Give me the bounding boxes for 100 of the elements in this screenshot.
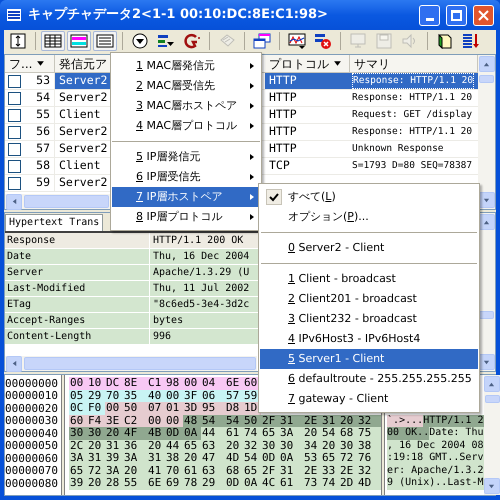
minimize-icon [426, 18, 434, 20]
field-value: HTTP/1.1 200 OK [153, 234, 244, 248]
hex-offset: 00000000 [5, 378, 58, 389]
field-name: Accept-Ranges [7, 314, 86, 328]
menu-item[interactable]: 7 IP層ホストペア [112, 187, 260, 207]
arrow-icon [483, 196, 490, 204]
menu-item[interactable]: 5 Server1 - Client [260, 349, 478, 369]
protocol-cell-text: HTTP [269, 72, 297, 90]
minimize-button[interactable] [419, 4, 440, 26]
summary-cell-text: Request: GET /display [352, 108, 472, 122]
menu-item[interactable]: 3 Client232 - broadcast [260, 309, 478, 329]
source-cell-text: Client [59, 157, 101, 174]
scroll-thumb[interactable] [479, 75, 494, 83]
summary-cell-text: Response: HTTP/1.1 20 [352, 124, 472, 139]
hex-offset: 00000010 [5, 390, 58, 402]
menu-item[interactable]: 6 defaultroute - 255.255.255.255 [260, 369, 478, 389]
field-value: Apache/1.3.29 (U [153, 266, 250, 280]
horizontal-scrollbar[interactable] [5, 356, 257, 371]
packet-number: 56 [36, 123, 50, 140]
hex-bytes: 60 F4 3E C2 00 00 [69, 414, 183, 427]
row-checkbox[interactable] [8, 176, 21, 190]
hex-bytes: 39 20 28 55 6E 69 78 29 0D 0A 4C 61 73 74 2D 4D [69, 477, 381, 490]
summary-cell: Response: HTTP/1.1 20 [352, 72, 474, 90]
sort-arrow-icon [36, 59, 46, 68]
summary-cell-text: S=1793 D=80 SEQ=78387 [352, 158, 472, 173]
source-cell-text: Client [59, 106, 101, 124]
list-icon [96, 33, 114, 49]
field-name: ETag [7, 298, 32, 312]
app-icon [6, 7, 22, 23]
hex-bytes: 65 72 3A 20 41 70 61 63 68 65 2F 31 2E 33 2E 32 [69, 464, 381, 477]
row-checkbox[interactable] [8, 108, 21, 122]
protocol-cell-text: HTTP [269, 106, 297, 124]
menu-item[interactable]: 2 Client201 - broadcast [260, 289, 478, 309]
scroll-left-button[interactable] [6, 356, 22, 372]
field-value: Thu, 11 Jul 2002 [153, 282, 250, 296]
arrow-icon [483, 60, 490, 68]
close-icon [478, 10, 489, 20]
scroll-left-button[interactable] [6, 194, 22, 210]
row-checkbox[interactable] [8, 160, 21, 172]
toolbar-button[interactable] [93, 31, 117, 51]
swirl-icon [183, 33, 201, 49]
hex-offset: 00000080 [5, 478, 58, 489]
menu-item[interactable]: 7 gateway - Client [260, 389, 478, 409]
field-value: Thu, 16 Dec 2004 [153, 250, 250, 264]
menu-item[interactable]: オプション(P)... [260, 207, 478, 227]
row-checkbox[interactable] [8, 126, 21, 138]
detail-tab[interactable]: Hypertext Trans [5, 214, 104, 231]
maximize-icon [451, 10, 462, 20]
row-checkbox[interactable] [8, 74, 21, 88]
dropdown-icon [131, 33, 149, 49]
scroll-up-button[interactable] [478, 56, 494, 72]
scroll-thumb[interactable] [484, 395, 500, 403]
toolbar-button[interactable] [67, 31, 91, 51]
column-header[interactable]: プロトコル [265, 55, 350, 72]
filter-icon [157, 33, 175, 49]
ascii-text: `.>...HTTP/1.1 2 [387, 414, 484, 427]
close-button[interactable] [473, 4, 494, 26]
packet-number: 58 [36, 157, 50, 174]
source-cell-text: Server2 [59, 123, 108, 140]
scroll-down-button[interactable] [484, 478, 500, 494]
scroll-up-button[interactable] [484, 376, 500, 392]
menu-item[interactable]: すべて(L) [260, 187, 478, 207]
hex-bytes: 0C F0 [69, 402, 105, 414]
menu-item[interactable]: 8 IP層プロトコル [112, 207, 260, 227]
menu-item[interactable]: 0 Server2 - Client [260, 238, 478, 258]
field-name: Last-Modified [7, 282, 86, 296]
submenu-arrow-icon [248, 122, 256, 130]
protocol-cell-text: HTTP [269, 89, 297, 106]
scroll-thumb[interactable] [479, 311, 494, 319]
field-name: Server [7, 266, 44, 280]
chart-icon [288, 33, 306, 49]
windows-icon [253, 33, 271, 49]
submenu-arrow-icon [248, 213, 256, 221]
packet-number: 53 [36, 72, 50, 90]
sort-icon [462, 33, 480, 49]
ascii-text: 9 (Unix)..Last-M [387, 477, 484, 490]
row-checkbox[interactable] [8, 142, 21, 156]
menu-item[interactable]: 1 Client - broadcast [260, 269, 478, 289]
submenu-arrow-icon [248, 102, 256, 110]
menu-item[interactable]: 2 MAC層受信先 [112, 76, 260, 96]
ascii-text: 00 OK..Date: Thu [387, 427, 484, 440]
hex-offset: 00000050 [5, 440, 58, 452]
menu-item[interactable]: 4 IPv6Host3 - IPv6Host4 [260, 329, 478, 349]
field-name: Content-Length [7, 330, 92, 344]
menu-item[interactable]: 1 MAC層発信元 [112, 56, 260, 76]
packet-number: 55 [36, 106, 50, 124]
toolbar-button[interactable] [41, 31, 65, 51]
column-header[interactable]: サマリ [350, 55, 478, 72]
field-name: Date [7, 250, 32, 264]
ascii-text: , 16 Dec 2004 08 [387, 440, 484, 452]
arrow-icon [488, 380, 495, 388]
color-bars-icon [70, 33, 88, 49]
column-header[interactable]: フ... [5, 55, 55, 72]
summary-cell-text: Response: HTTP/1.1 20 [352, 90, 472, 105]
ascii-text: er: Apache/1.3.2 [387, 464, 484, 477]
row-checkbox[interactable] [8, 92, 21, 104]
vertical-scrollbar[interactable] [484, 375, 500, 495]
vertical-scrollbar[interactable] [478, 55, 495, 209]
maximize-button[interactable] [446, 4, 467, 26]
horizontal-scrollbar[interactable] [5, 194, 110, 209]
